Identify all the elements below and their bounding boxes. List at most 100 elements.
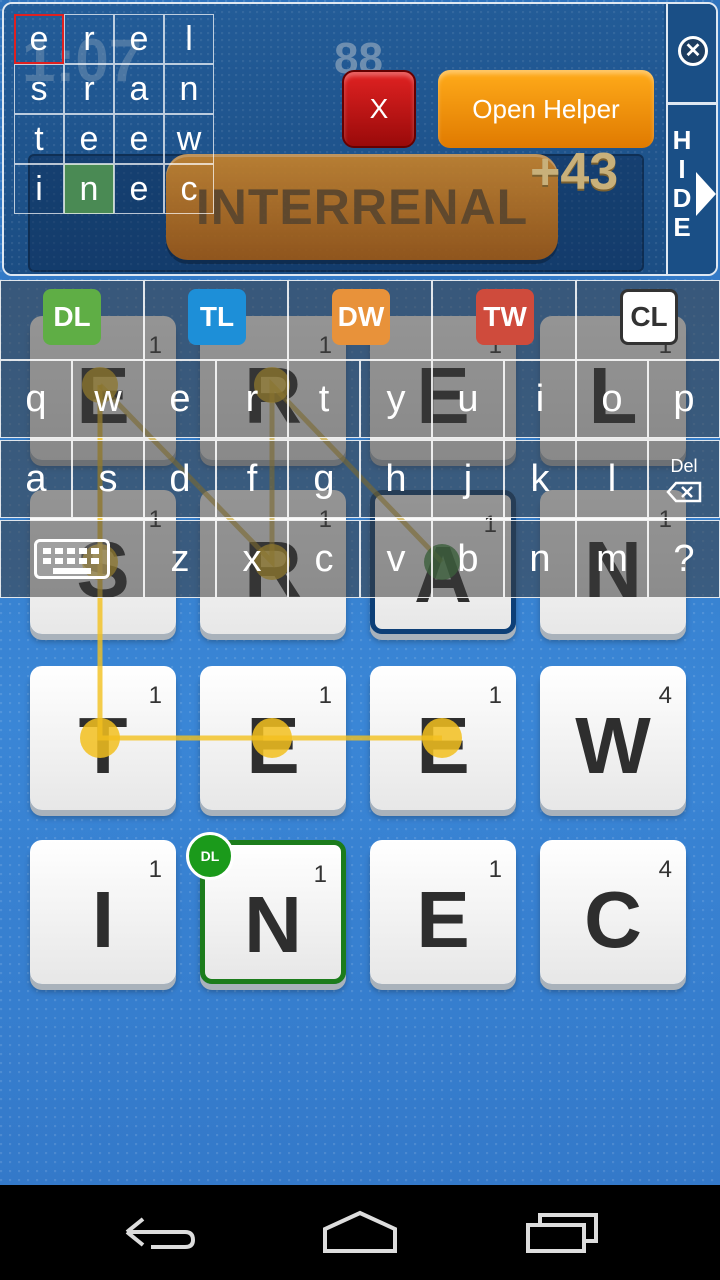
double-letter-badge: DL bbox=[186, 832, 234, 880]
tile-points: 1 bbox=[313, 861, 327, 888]
mini-grid-cell[interactable]: e bbox=[14, 14, 64, 64]
close-icon[interactable]: ✕ bbox=[678, 36, 708, 66]
letter-tile[interactable]: E1 bbox=[370, 666, 516, 810]
key-u[interactable]: u bbox=[432, 360, 504, 438]
open-helper-button[interactable]: Open Helper bbox=[438, 70, 654, 148]
key-o[interactable]: o bbox=[576, 360, 648, 438]
side-divider bbox=[668, 102, 716, 105]
tile-letter: E bbox=[416, 875, 470, 964]
letter-tile[interactable]: E1 bbox=[200, 666, 346, 810]
letter-tile[interactable]: T1 bbox=[30, 666, 176, 810]
letter-tile[interactable]: C4 bbox=[540, 840, 686, 984]
side-panel: ✕ H I D E bbox=[666, 4, 716, 274]
back-icon[interactable] bbox=[115, 1207, 205, 1257]
key-r[interactable]: r bbox=[216, 360, 288, 438]
key-question[interactable]: ? bbox=[648, 520, 720, 598]
key-a[interactable]: a bbox=[0, 440, 72, 518]
android-nav-bar bbox=[0, 1185, 720, 1280]
mini-grid-cell[interactable]: t bbox=[14, 114, 64, 164]
mini-grid-cell[interactable]: l bbox=[164, 14, 214, 64]
mini-grid-cell[interactable]: e bbox=[114, 14, 164, 64]
backspace-icon bbox=[666, 481, 702, 502]
key-z[interactable]: z bbox=[144, 520, 216, 598]
bonus-key-tw[interactable]: TW bbox=[432, 280, 576, 360]
mini-grid-cell[interactable]: e bbox=[114, 114, 164, 164]
letter-tile[interactable]: E1 bbox=[370, 840, 516, 984]
key-h[interactable]: h bbox=[360, 440, 432, 518]
bonus-chip: CL bbox=[620, 289, 678, 345]
keyboard-row-1: qwertyuiop bbox=[0, 360, 720, 440]
delete-label: Del bbox=[670, 455, 698, 476]
tile-points: 1 bbox=[488, 856, 502, 883]
letter-tile[interactable]: W4 bbox=[540, 666, 686, 810]
keyboard-row-2: a s d f g h j k l Del bbox=[0, 440, 720, 520]
keyboard-row-3: z x c v b n m? bbox=[0, 520, 720, 600]
key-c[interactable]: c bbox=[288, 520, 360, 598]
mini-grid-cell[interactable]: e bbox=[114, 164, 164, 214]
clear-button[interactable]: X bbox=[342, 70, 416, 148]
tile-letter: E bbox=[416, 701, 470, 790]
bonus-key-tl[interactable]: TL bbox=[144, 280, 288, 360]
key-s[interactable]: s bbox=[72, 440, 144, 518]
key-v[interactable]: v bbox=[360, 520, 432, 598]
hide-button[interactable]: H I D E bbox=[672, 126, 692, 242]
key-l[interactable]: l bbox=[576, 440, 648, 518]
key-d[interactable]: d bbox=[144, 440, 216, 518]
word-points: +43 bbox=[530, 143, 619, 201]
tile-points: 4 bbox=[658, 856, 672, 883]
key-t[interactable]: t bbox=[288, 360, 360, 438]
tile-letter: N bbox=[244, 880, 302, 969]
keyboard-icon bbox=[34, 539, 110, 579]
tile-points: 4 bbox=[658, 682, 672, 709]
mini-grid-cell[interactable]: i bbox=[14, 164, 64, 214]
key-w[interactable]: w bbox=[72, 360, 144, 438]
key-p[interactable]: p bbox=[648, 360, 720, 438]
tile-points: 1 bbox=[148, 682, 162, 709]
bonus-key-row: DL TL DW TW CL bbox=[0, 280, 720, 360]
key-m[interactable]: m bbox=[576, 520, 648, 598]
bonus-chip: TW bbox=[476, 289, 534, 345]
bonus-key-dl[interactable]: DL bbox=[0, 280, 144, 360]
key-b[interactable]: b bbox=[432, 520, 504, 598]
mini-grid-cell[interactable]: r bbox=[64, 14, 114, 64]
key-n[interactable]: n bbox=[504, 520, 576, 598]
recent-apps-icon[interactable] bbox=[518, 1207, 608, 1257]
mini-grid-cell[interactable]: n bbox=[64, 164, 114, 214]
bonus-key-cl[interactable]: CL bbox=[576, 280, 720, 360]
bonus-chip: TL bbox=[188, 289, 246, 345]
bonus-chip: DL bbox=[43, 289, 101, 345]
key-x[interactable]: x bbox=[216, 520, 288, 598]
hide-letter: I bbox=[678, 154, 686, 184]
letter-grid-overlay: erelsranteewinec bbox=[14, 14, 214, 214]
game-header-panel: 1:07 88 INTERRENAL +43 X Open Helper ✕ H… bbox=[2, 2, 718, 276]
bonus-chip: DW bbox=[332, 289, 390, 345]
mini-grid-cell[interactable]: e bbox=[64, 114, 114, 164]
mini-grid-cell[interactable]: n bbox=[164, 64, 214, 114]
bonus-key-dw[interactable]: DW bbox=[288, 280, 432, 360]
key-y[interactable]: y bbox=[360, 360, 432, 438]
key-j[interactable]: j bbox=[432, 440, 504, 518]
key-f[interactable]: f bbox=[216, 440, 288, 518]
letter-tile[interactable]: I1 bbox=[30, 840, 176, 984]
tile-letter: W bbox=[575, 701, 651, 790]
arrow-right-icon[interactable] bbox=[696, 172, 716, 216]
home-icon[interactable] bbox=[315, 1207, 405, 1257]
key-q[interactable]: q bbox=[0, 360, 72, 438]
tile-letter: C bbox=[584, 875, 642, 964]
key-k[interactable]: k bbox=[504, 440, 576, 518]
tile-letter: E bbox=[246, 701, 300, 790]
keyboard-toggle-key[interactable] bbox=[0, 520, 144, 598]
tile-points: 1 bbox=[318, 682, 332, 709]
mini-grid-cell[interactable]: s bbox=[14, 64, 64, 114]
key-i[interactable]: i bbox=[504, 360, 576, 438]
hide-letter: H bbox=[672, 125, 692, 155]
key-e[interactable]: e bbox=[144, 360, 216, 438]
mini-grid-cell[interactable]: a bbox=[114, 64, 164, 114]
mini-grid-cell[interactable]: r bbox=[64, 64, 114, 114]
mini-grid-cell[interactable]: w bbox=[164, 114, 214, 164]
mini-grid-cell[interactable]: c bbox=[164, 164, 214, 214]
key-g[interactable]: g bbox=[288, 440, 360, 518]
delete-key[interactable]: Del bbox=[648, 440, 720, 518]
tile-points: 1 bbox=[488, 682, 502, 709]
hide-letter: E bbox=[673, 212, 691, 242]
